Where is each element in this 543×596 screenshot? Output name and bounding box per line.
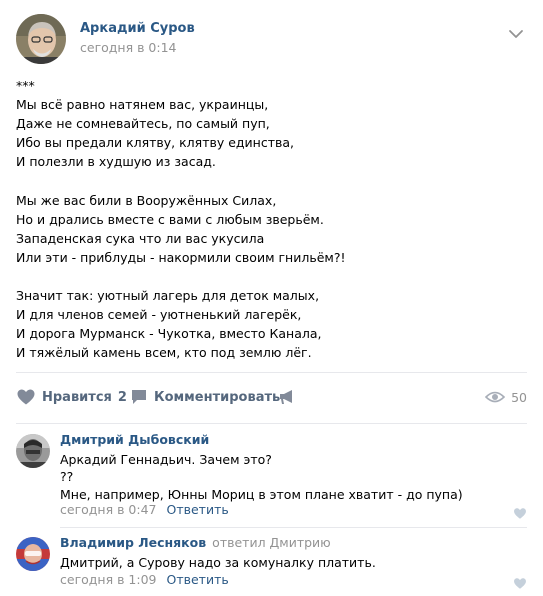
comment-label: Комментировать xyxy=(154,389,281,405)
author-avatar[interactable] xyxy=(16,14,66,64)
commenter-avatar[interactable] xyxy=(16,537,50,571)
like-count: 2 xyxy=(117,389,127,405)
comment-icon xyxy=(132,390,146,404)
comment-author[interactable]: Дмитрий Дыбовский xyxy=(60,432,209,447)
comment-item: Владимир Лесняков ответил Дмитрию Дмитрий… xyxy=(16,535,527,591)
comment-item: Дмитрий Дыбовский Аркадий Геннадьич. Зач… xyxy=(16,432,527,522)
like-button[interactable]: Нравится 2 xyxy=(16,386,127,408)
divider xyxy=(16,372,527,373)
comment-author-name[interactable]: Дмитрий Дыбовский xyxy=(60,432,209,447)
post-actions: Нравится 2 Комментировать 50 xyxy=(16,386,527,408)
post-date[interactable]: сегодня в 0:14 xyxy=(80,40,177,55)
comment-author-name[interactable]: Владимир Лесняков xyxy=(60,535,206,550)
comment-text: Аркадий Геннадьич. Зачем это? ?? Мне, на… xyxy=(60,452,463,502)
views-count: 50 xyxy=(511,389,527,405)
eye-icon xyxy=(485,391,506,403)
post-author-name[interactable]: Аркадий Суров xyxy=(80,21,195,36)
divider xyxy=(16,423,527,424)
heart-icon xyxy=(17,389,35,405)
share-button[interactable] xyxy=(278,386,296,408)
heart-icon[interactable] xyxy=(513,505,527,519)
heart-icon[interactable] xyxy=(513,575,527,589)
comment-date[interactable]: сегодня в 1:09 xyxy=(60,572,157,587)
views-counter: 50 xyxy=(485,386,527,408)
chevron-down-icon[interactable] xyxy=(507,26,525,40)
replied-to[interactable]: ответил Дмитрию xyxy=(212,535,331,550)
commenter-avatar[interactable] xyxy=(16,434,50,468)
reply-button[interactable]: Ответить xyxy=(167,572,229,587)
reply-button[interactable]: Ответить xyxy=(167,502,229,517)
comment-date[interactable]: сегодня в 0:47 xyxy=(60,502,157,517)
post-header: Аркадий Суров сегодня в 0:14 xyxy=(16,14,527,64)
comment-button[interactable]: Комментировать xyxy=(130,386,280,408)
comment-author: Владимир Лесняков ответил Дмитрию xyxy=(60,535,331,550)
comment-meta: сегодня в 1:09 Ответить xyxy=(60,572,229,587)
megaphone-icon xyxy=(280,390,292,404)
comment-meta: сегодня в 0:47 Ответить xyxy=(60,502,229,517)
divider xyxy=(60,527,527,528)
post-text: *** Мы всё равно натянем вас, украинцы, … xyxy=(16,78,346,361)
comment-text: Дмитрий, а Сурову надо за комуналку плат… xyxy=(60,555,376,570)
like-label: Нравится xyxy=(42,389,112,405)
